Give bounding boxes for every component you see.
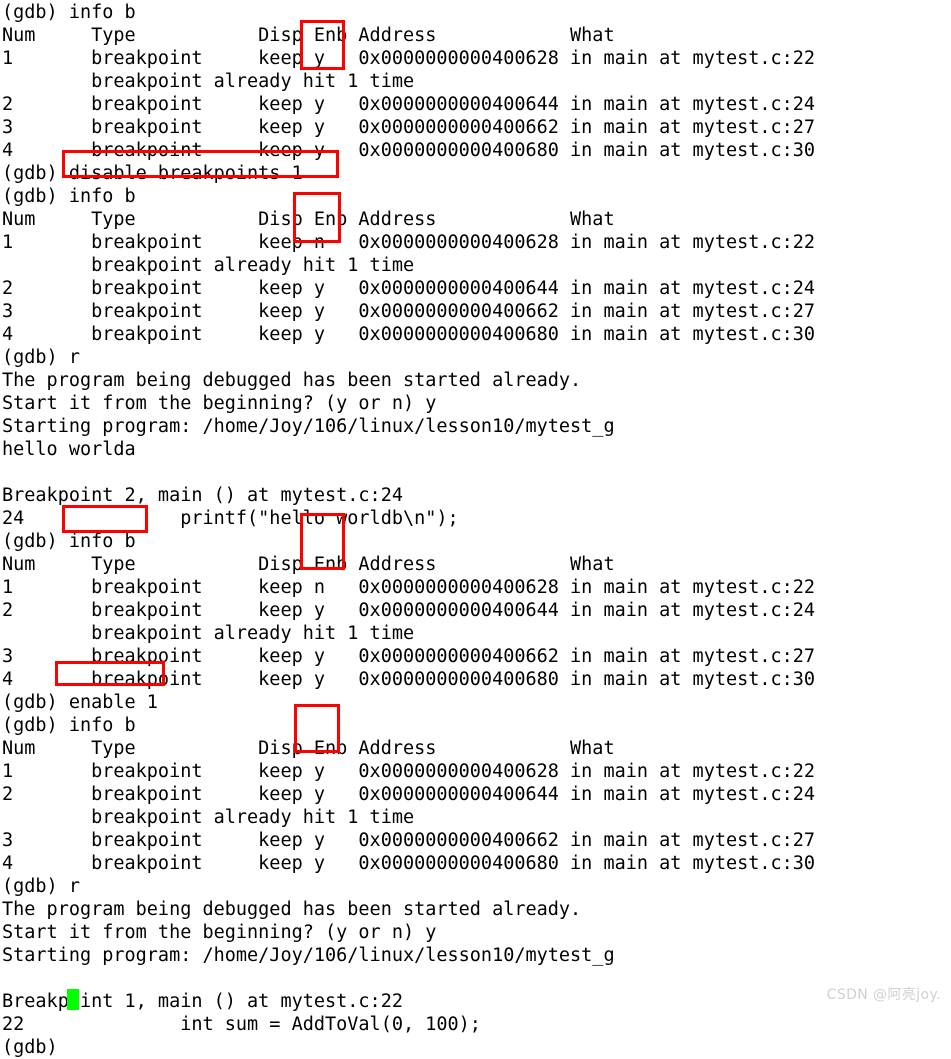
terminal-cursor (67, 989, 79, 1010)
terminal-line: 2 breakpoint keep y 0x0000000000400644 i… (2, 784, 816, 805)
terminal-line: (gdb) r (2, 876, 80, 897)
terminal-line: 22 int sum = AddToVal(0, 100); (2, 1014, 481, 1035)
terminal-line: 3 breakpoint keep y 0x0000000000400662 i… (2, 117, 816, 138)
terminal-line: breakpoint already hit 1 time (2, 623, 415, 644)
terminal-line: (gdb) info b (2, 531, 136, 552)
gdb-terminal-window[interactable]: (gdb) info b Num Type Disp Enb Address Wh… (0, 0, 951, 1058)
terminal-line: breakpoint already hit 1 time (2, 71, 415, 92)
terminal-line: hello worlda (2, 439, 136, 460)
terminal-line: Start it from the beginning? (y or n) y (2, 393, 437, 414)
terminal-line: 1 breakpoint keep n 0x0000000000400628 i… (2, 577, 816, 598)
terminal-line: 1 breakpoint keep n 0x0000000000400628 i… (2, 232, 816, 253)
terminal-line: Num Type Disp Enb Address What (2, 554, 615, 575)
terminal-line: 3 breakpoint keep y 0x0000000000400662 i… (2, 301, 816, 322)
terminal-line: The program being debugged has been star… (2, 899, 582, 920)
terminal-line: 4 breakpoint keep y 0x0000000000400680 i… (2, 324, 816, 345)
terminal-line: 1 breakpoint keep y 0x0000000000400628 i… (2, 761, 816, 782)
csdn-watermark: CSDN @阿亮joy. (826, 987, 941, 1003)
terminal-line: (gdb) info b (2, 2, 136, 23)
terminal-line: 2 breakpoint keep y 0x0000000000400644 i… (2, 94, 816, 115)
terminal-line: Num Type Disp Enb Address What (2, 25, 615, 46)
terminal-line: Starting program: /home/Joy/106/linux/le… (2, 945, 615, 966)
terminal-line: Breakpoint 1, main () at mytest.c:22 (2, 991, 403, 1012)
terminal-line: (gdb) info b (2, 186, 136, 207)
terminal-line: breakpoint already hit 1 time (2, 807, 415, 828)
terminal-line: 3 breakpoint keep y 0x0000000000400662 i… (2, 646, 816, 667)
terminal-line: (gdb) r (2, 347, 80, 368)
terminal-line: Num Type Disp Enb Address What (2, 738, 615, 759)
terminal-line: 1 breakpoint keep y 0x0000000000400628 i… (2, 48, 816, 69)
terminal-line: 4 breakpoint keep y 0x0000000000400680 i… (2, 669, 816, 690)
terminal-line: (gdb) (2, 1037, 69, 1058)
terminal-line: 2 breakpoint keep y 0x0000000000400644 i… (2, 278, 816, 299)
terminal-line: Num Type Disp Enb Address What (2, 209, 615, 230)
terminal-line: breakpoint already hit 1 time (2, 255, 415, 276)
terminal-line: Start it from the beginning? (y or n) y (2, 922, 437, 943)
terminal-line: The program being debugged has been star… (2, 370, 582, 391)
terminal-line: 3 breakpoint keep y 0x0000000000400662 i… (2, 830, 816, 851)
terminal-line: (gdb) enable 1 (2, 692, 158, 713)
terminal-line: Starting program: /home/Joy/106/linux/le… (2, 416, 615, 437)
terminal-line: 4 breakpoint keep y 0x0000000000400680 i… (2, 140, 816, 161)
terminal-line: (gdb) disable breakpoints 1 (2, 163, 303, 184)
terminal-line: 2 breakpoint keep y 0x0000000000400644 i… (2, 600, 816, 621)
terminal-line: (gdb) info b (2, 715, 136, 736)
terminal-line: 24 printf("hello worldb\n"); (2, 508, 459, 529)
terminal-line: Breakpoint 2, main () at mytest.c:24 (2, 485, 403, 506)
terminal-line: 4 breakpoint keep y 0x0000000000400680 i… (2, 853, 816, 874)
terminal-output-lines: (gdb) info b Num Type Disp Enb Address Wh… (2, 1, 947, 1059)
